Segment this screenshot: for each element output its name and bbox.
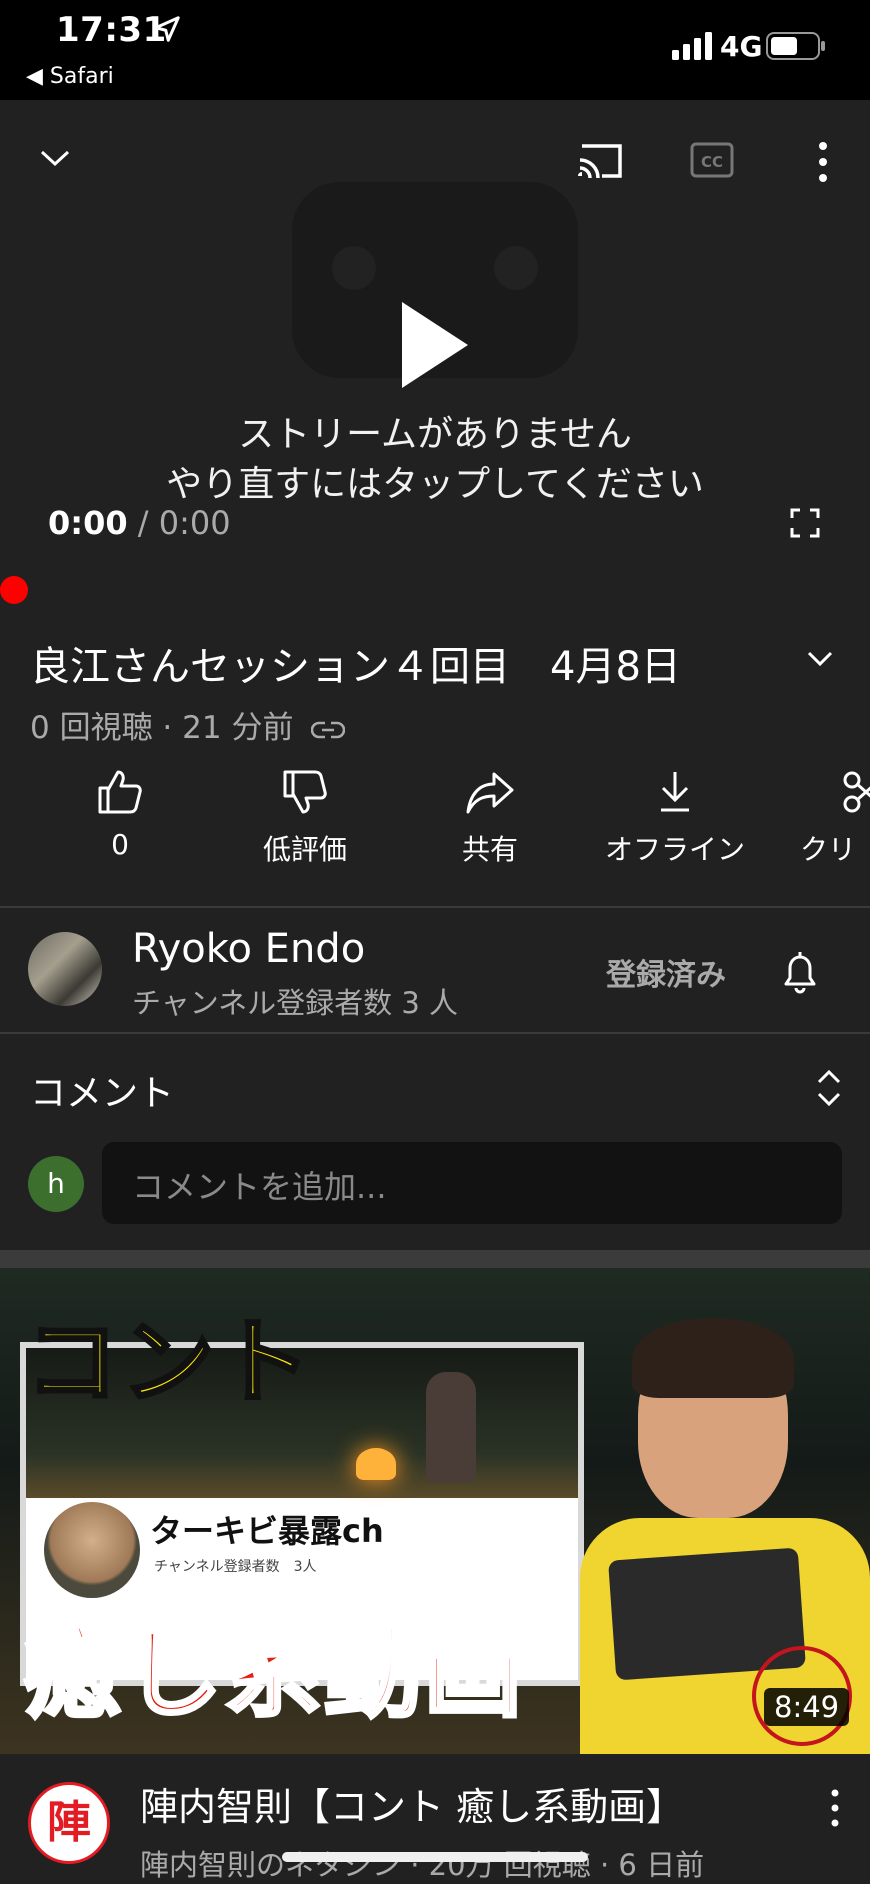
thumbs-down-icon: [283, 770, 327, 814]
thumbnail-channel-name: ターキビ暴露ch: [150, 1512, 384, 1550]
location-arrow-icon: [154, 16, 180, 42]
status-bar: 17:31 ◀ Safari 4G: [0, 0, 870, 100]
seated-person: [426, 1372, 476, 1482]
clip-label: クリ: [800, 833, 857, 866]
dislike-button[interactable]: 低評価: [215, 768, 395, 868]
comment-input[interactable]: コメントを追加...: [102, 1142, 842, 1224]
no-stream-line2: やり直すにはタップしてください: [166, 464, 704, 505]
video-info: 良江さんセッション４回目 4月8日 0 回視聴 · 21 分前 0 低評価 共有…: [0, 608, 870, 906]
video-meta: 0 回視聴 · 21 分前: [30, 702, 346, 747]
minimize-chevron-icon[interactable]: [40, 148, 70, 168]
section-gap: [0, 1250, 870, 1268]
like-button[interactable]: 0: [30, 768, 210, 861]
current-time: 0:00: [48, 504, 128, 542]
placeholder-eye: [332, 246, 376, 290]
user-avatar: h: [28, 1156, 84, 1212]
view-count-and-age: 0 回視聴 · 21 分前: [30, 710, 294, 746]
captions-icon[interactable]: CC: [690, 140, 734, 180]
thumbnail-caption: 癒し系動画: [22, 1615, 525, 1733]
campfire: [356, 1448, 396, 1480]
network-type: 4G: [720, 30, 763, 63]
expand-description-icon[interactable]: [806, 644, 834, 672]
thumbnail-channel-subs: チャンネル登録者数 3人: [154, 1559, 317, 1575]
comments-title: コメント: [30, 1073, 175, 1114]
download-button[interactable]: オフライン: [585, 768, 765, 868]
play-icon[interactable]: [398, 300, 470, 390]
clip-button[interactable]: クリ: [770, 768, 870, 868]
channel-name[interactable]: Ryoko Endo: [132, 926, 365, 972]
subscribed-button[interactable]: 登録済み: [606, 950, 726, 994]
back-to-safari-link[interactable]: ◀ Safari: [26, 64, 114, 89]
recommended-thumbnail[interactable]: ターキビ暴露ch チャンネル登録者数 3人 コント 癒し系動画 8:49: [0, 1268, 870, 1754]
download-icon: [661, 772, 689, 812]
progress-scrubber[interactable]: [0, 576, 28, 604]
thumbs-up-icon: [98, 770, 142, 814]
link-icon: [311, 721, 346, 738]
duration-time: 0:00: [158, 504, 231, 542]
comments-section[interactable]: コメント h コメントを追加...: [0, 1034, 870, 1250]
recommended-channel-avatar[interactable]: 陣: [28, 1782, 110, 1864]
time-display: 0:00 / 0:00: [48, 504, 231, 542]
like-count: 0: [111, 828, 129, 861]
share-icon: [466, 772, 514, 814]
svg-text:CC: CC: [701, 153, 723, 171]
time-separator: /: [127, 504, 159, 542]
thumbnail-channel-avatar: [44, 1502, 140, 1598]
thumbnail-headline: コント: [24, 1307, 315, 1418]
expand-collapse-icon[interactable]: [814, 1068, 844, 1108]
comment-placeholder: コメントを追加...: [132, 1168, 387, 1206]
dislike-label: 低評価: [262, 833, 347, 866]
share-label: 共有: [461, 833, 518, 866]
placeholder-eye: [494, 246, 538, 290]
fullscreen-icon[interactable]: [790, 508, 820, 538]
battery-icon: [766, 32, 825, 60]
action-bar: 0 低評価 共有 オフライン クリ: [0, 768, 870, 888]
status-time: 17:31: [56, 10, 167, 50]
no-stream-line1: ストリームがありません: [238, 414, 632, 455]
recommended-video-info[interactable]: 陣 陣内智則【コント 癒し系動画】 陣内智則のネタジン · 20万 回視聴 · …: [0, 1754, 870, 1884]
video-player[interactable]: CC ストリームがありません やり直すにはタップしてください 0:00 / 0:…: [0, 100, 870, 608]
no-stream-message[interactable]: ストリームがありません やり直すにはタップしてください: [0, 410, 870, 510]
more-options-icon[interactable]: [830, 1788, 840, 1828]
home-indicator[interactable]: [282, 1852, 588, 1862]
recommended-video-meta: 陣内智則のネタジン · 20万 回視聴 · 6 日前: [140, 1848, 705, 1882]
channel-subscriber-count: チャンネル登録者数 3 人: [132, 986, 459, 1020]
channel-row[interactable]: Ryoko Endo チャンネル登録者数 3 人 登録済み: [0, 908, 870, 1032]
more-options-icon[interactable]: [814, 140, 832, 184]
cellular-signal-icon: [672, 32, 712, 60]
cast-icon[interactable]: [576, 140, 626, 180]
clip-icon: [843, 771, 870, 813]
video-title[interactable]: 良江さんセッション４回目 4月8日: [30, 634, 681, 692]
download-label: オフライン: [604, 833, 745, 866]
recommended-video-title[interactable]: 陣内智則【コント 癒し系動画】: [140, 1776, 684, 1831]
bell-icon[interactable]: [776, 948, 824, 996]
channel-avatar[interactable]: [28, 932, 102, 1006]
host-hair: [632, 1318, 794, 1398]
video-duration-badge: 8:49: [764, 1688, 850, 1726]
share-button[interactable]: 共有: [400, 768, 580, 868]
